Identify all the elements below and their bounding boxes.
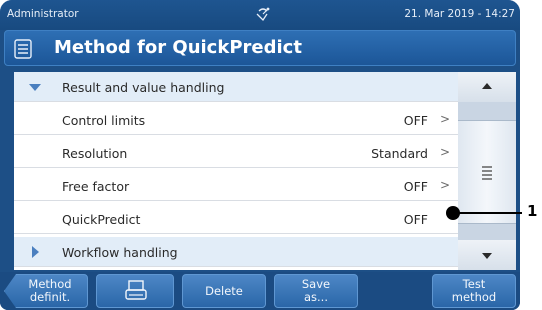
item-value: Standard xyxy=(371,146,428,161)
item-value: OFF xyxy=(403,113,428,128)
item-label: QuickPredict xyxy=(62,212,141,227)
scroll-down-button[interactable] xyxy=(458,240,516,270)
printer-icon xyxy=(125,280,147,300)
list-item-control-limits[interactable]: Control limits OFF > xyxy=(14,105,458,135)
satellite-dish-icon xyxy=(256,7,270,22)
scrollbar[interactable] xyxy=(458,72,516,270)
item-label: Resolution xyxy=(62,146,128,161)
test-method-button[interactable]: Test method xyxy=(432,274,516,308)
list-item-quickpredict[interactable]: QuickPredict OFF xyxy=(14,204,458,234)
method-definit-line2: definit. xyxy=(29,290,71,304)
callout-line xyxy=(458,212,522,214)
delete-label: Delete xyxy=(205,284,243,298)
chevron-right-icon: > xyxy=(439,112,450,126)
group-row-result-value-handling[interactable]: Result and value handling xyxy=(14,72,458,102)
status-datetime: 21. Mar 2019 - 14:27 xyxy=(404,8,515,20)
item-value: OFF xyxy=(403,212,428,227)
arrow-down-icon xyxy=(482,253,492,259)
chevron-right-icon: > xyxy=(439,178,450,192)
group-label: Result and value handling xyxy=(62,80,225,95)
expanded-triangle-icon xyxy=(29,84,41,91)
title-bar: Method for QuickPredict xyxy=(4,30,516,66)
grip-icon xyxy=(482,166,492,180)
settings-list: Result and value handling Control limits… xyxy=(14,72,458,270)
method-list-icon xyxy=(14,39,32,59)
page-title: Method for QuickPredict xyxy=(54,37,302,58)
method-definit-button[interactable]: Method definit. xyxy=(4,274,88,308)
callout-number: 1 xyxy=(527,202,538,220)
device-frame: Administrator 21. Mar 2019 - 14:27 Metho… xyxy=(0,0,520,310)
print-button[interactable] xyxy=(96,274,174,308)
bottom-bar: Method definit. Delete Save as... Test m… xyxy=(0,272,520,310)
item-label: Control limits xyxy=(62,113,146,128)
group-row-workflow-handling[interactable]: Workflow handling xyxy=(14,237,458,267)
delete-button[interactable]: Delete xyxy=(182,274,266,308)
save-as-line1: Save xyxy=(301,277,331,291)
status-user: Administrator xyxy=(7,8,79,20)
save-as-line2: as... xyxy=(303,290,328,304)
group-label: Workflow handling xyxy=(62,245,178,260)
scroll-thumb[interactable] xyxy=(458,120,516,224)
collapsed-triangle-icon xyxy=(32,246,39,258)
status-bar: Administrator 21. Mar 2019 - 14:27 xyxy=(0,0,520,30)
test-method-line1: Test xyxy=(462,277,486,291)
item-label: Free factor xyxy=(62,179,130,194)
chevron-right-icon: > xyxy=(439,145,450,159)
test-method-line2: method xyxy=(451,290,497,304)
method-definit-line1: Method xyxy=(28,277,72,291)
list-item-free-factor[interactable]: Free factor OFF > xyxy=(14,171,458,201)
scroll-up-button[interactable] xyxy=(458,72,516,102)
save-as-button[interactable]: Save as... xyxy=(274,274,358,308)
item-value: OFF xyxy=(403,179,428,194)
arrow-up-icon xyxy=(482,83,492,89)
list-item-resolution[interactable]: Resolution Standard > xyxy=(14,138,458,168)
